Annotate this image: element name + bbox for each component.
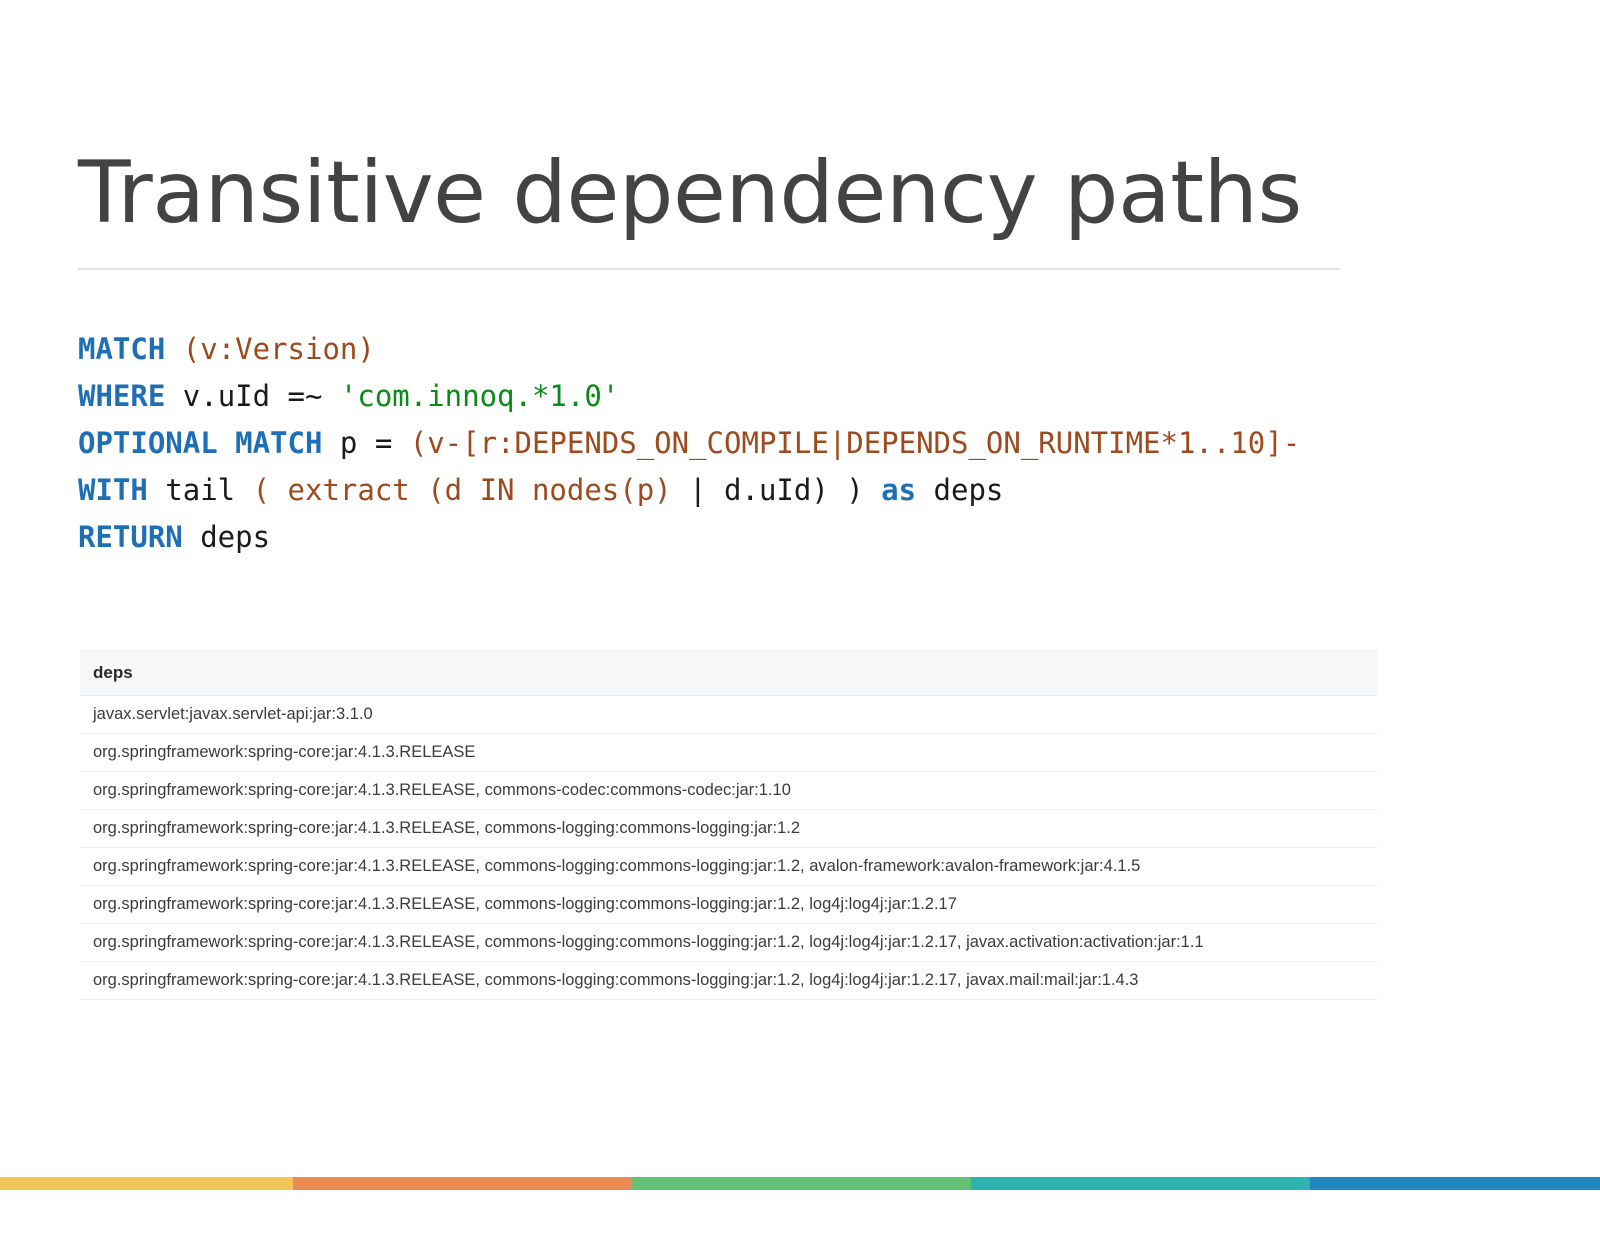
code-token-str: 'com.innoq.*1.0' [339,379,620,413]
query-results-table: deps javax.servlet:javax.servlet-api:jar… [80,650,1377,1000]
code-token-plain: deps [182,520,271,554]
table-row: org.springframework:spring-core:jar:4.1.… [80,923,1377,962]
table-row: org.springframework:spring-core:jar:4.1.… [80,809,1377,848]
column-header-deps: deps [80,650,1377,696]
code-token-plain: | d.uId) ) [689,473,882,507]
table-row: javax.servlet:javax.servlet-api:jar:3.1.… [80,695,1377,734]
table-cell-deps: javax.servlet:javax.servlet-api:jar:3.1.… [80,695,1377,734]
table-row: org.springframework:spring-core:jar:4.1.… [80,885,1377,924]
table-cell-deps: org.springframework:spring-core:jar:4.1.… [80,771,1377,810]
code-line: OPTIONAL MATCH p = (v-[r:DEPENDS_ON_COMP… [78,420,1600,467]
table-row: org.springframework:spring-core:jar:4.1.… [80,847,1377,886]
table-body: javax.servlet:javax.servlet-api:jar:3.1.… [80,695,1377,1000]
footer-segment-teal [971,1177,1310,1190]
table-cell-deps: org.springframework:spring-core:jar:4.1.… [80,923,1377,962]
footer-segment-blue [1310,1177,1600,1190]
code-token-pat: (v-[r:DEPENDS_ON_COMPILE|DEPENDS_ON_RUNT… [409,426,1301,460]
table-cell-deps: org.springframework:spring-core:jar:4.1.… [80,733,1377,772]
code-token-plain: v.uId =~ [165,379,340,413]
table-row: org.springframework:spring-core:jar:4.1.… [80,733,1377,772]
code-token-kw: RETURN [78,520,183,554]
code-token-kw: as [881,473,917,507]
code-token-kw: WITH [78,473,148,507]
table-header-row: deps [80,650,1377,696]
code-token-kw: WHERE [78,379,166,413]
code-line: RETURN deps [78,514,1600,561]
code-token-pat: ( extract (d IN nodes(p) [252,473,690,507]
footer-segment-yellow [0,1177,293,1190]
code-token-plain: tail [147,473,253,507]
footer-segment-orange [293,1177,632,1190]
title-divider [78,268,1340,270]
code-token-plain: p = [322,426,410,460]
table-row: org.springframework:spring-core:jar:4.1.… [80,961,1377,1000]
code-token-kw: OPTIONAL MATCH [78,426,323,460]
cypher-code-block: MATCH (v:Version) WHERE v.uId =~ 'com.inn… [78,326,1600,561]
footer-segment-green [632,1177,971,1190]
code-token-kw: MATCH [78,332,166,366]
code-line: MATCH (v:Version) [78,326,1600,373]
page-title: Transitive dependency paths [78,143,1302,243]
code-line: WHERE v.uId =~ 'com.innoq.*1.0' [78,373,1600,420]
table-row: org.springframework:spring-core:jar:4.1.… [80,771,1377,810]
table-cell-deps: org.springframework:spring-core:jar:4.1.… [80,961,1377,1000]
table-cell-deps: org.springframework:spring-core:jar:4.1.… [80,847,1377,886]
table-header: deps [80,650,1377,696]
code-line: WITH tail ( extract (d IN nodes(p) | d.u… [78,467,1600,514]
code-token-pat: (v:Version) [182,332,375,366]
code-token-plain: deps [916,473,1004,507]
table-cell-deps: org.springframework:spring-core:jar:4.1.… [80,885,1377,924]
footer-color-bar [0,1177,1600,1190]
table-cell-deps: org.springframework:spring-core:jar:4.1.… [80,809,1377,848]
